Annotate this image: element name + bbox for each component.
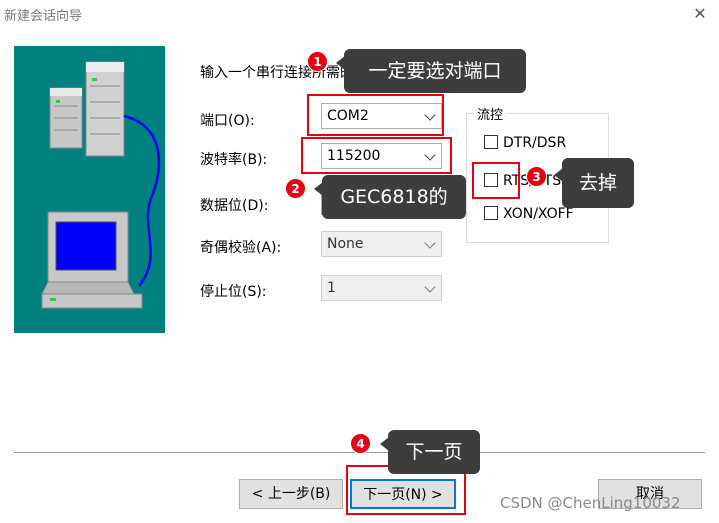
- baud-highlight: [301, 137, 452, 174]
- chevron-down-icon: [424, 281, 436, 293]
- xon-xoff-label: XON/XOFF: [503, 206, 574, 222]
- window-title: 新建会话向导: [4, 9, 83, 24]
- annotation-3-callout: 去掉: [562, 158, 634, 208]
- annotation-2-badge: 2: [285, 178, 306, 199]
- annotation-4-badge: 4: [350, 433, 371, 454]
- computer-servers-icon: [41, 61, 161, 309]
- stop-bits-label: 停止位(S):: [200, 284, 267, 300]
- port-highlight: [307, 94, 444, 136]
- callout-pointer: [314, 182, 323, 196]
- wizard-illustration: [14, 46, 165, 333]
- close-icon[interactable]: ✕: [690, 4, 710, 24]
- watermark: CSDN @ChenLing10032: [500, 494, 681, 512]
- dtr-dsr-checkbox[interactable]: DTR/DSR: [484, 135, 566, 151]
- parity-label: 奇偶校验(A):: [200, 240, 282, 256]
- rts-highlight: [472, 162, 520, 199]
- annotation-3-badge: 3: [526, 166, 547, 187]
- annotation-1-badge: 1: [307, 51, 328, 72]
- port-label: 端口(O):: [200, 113, 255, 129]
- annotation-2-callout: GEC6818的: [322, 175, 466, 219]
- flow-control-title: 流控: [474, 104, 507, 123]
- annotation-4-callout: 下一页: [388, 430, 480, 474]
- title-bar: 新建会话向导 ✕: [0, 0, 719, 30]
- dtr-dsr-label: DTR/DSR: [503, 135, 567, 151]
- stop-bits-value: 1: [327, 280, 336, 296]
- annotation-1-callout: 一定要选对端口: [344, 49, 526, 93]
- parity-select[interactable]: None: [321, 231, 442, 257]
- checkbox-box: [484, 206, 498, 220]
- baud-rate-label: 波特率(B):: [200, 152, 268, 168]
- checkbox-box: [484, 135, 498, 149]
- callout-pointer: [554, 168, 563, 182]
- intro-text: 输入一个串行连接所需的: [200, 65, 354, 81]
- callout-pointer: [336, 56, 345, 70]
- xon-xoff-checkbox[interactable]: XON/XOFF: [484, 206, 574, 222]
- stop-bits-select[interactable]: 1: [321, 275, 442, 301]
- data-bits-label: 数据位(D):: [200, 198, 269, 214]
- chevron-down-icon: [424, 237, 436, 249]
- parity-value: None: [327, 236, 364, 252]
- back-button[interactable]: < 上一步(B): [239, 479, 343, 509]
- callout-pointer: [380, 437, 389, 451]
